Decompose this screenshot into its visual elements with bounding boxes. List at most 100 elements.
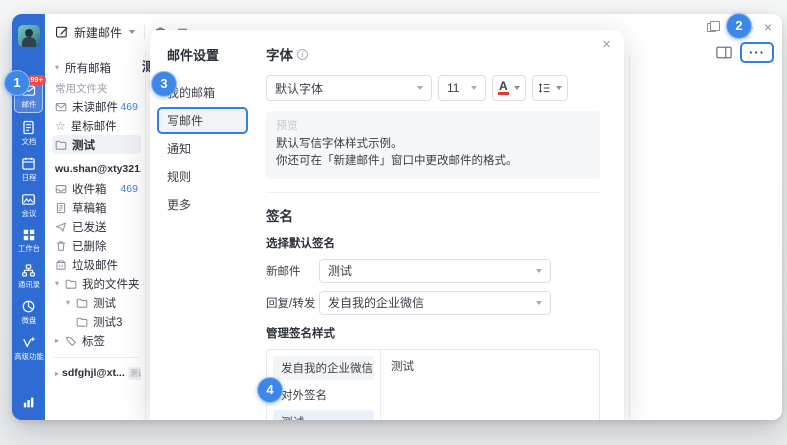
reply-signature-row: 回复/转发 发自我的企业微信 — [266, 291, 600, 315]
folder-item-test[interactable]: 测试 — [52, 135, 141, 154]
rail-item-drive[interactable]: 微盘 — [14, 296, 43, 328]
preview-line: 你还可在「新建邮件」窗口中更改邮件的格式。 — [276, 153, 590, 170]
font-size-select[interactable]: 11 — [438, 75, 486, 101]
folder-item-my-test[interactable]: ▾ 测试 — [52, 293, 141, 312]
signature-preview: 测试 | — [381, 350, 599, 421]
sent-icon — [55, 221, 67, 233]
folder-pane-divider — [54, 357, 139, 358]
folder-label: 测试 — [72, 137, 95, 153]
restore-window-icon[interactable] — [707, 23, 716, 32]
folder-item-spam[interactable]: 垃圾邮件 — [52, 255, 141, 274]
settings-nav-more[interactable]: 更多 — [167, 193, 240, 216]
calendar-icon — [21, 156, 36, 171]
rail-item-label: 邮件 — [21, 100, 36, 108]
reply-signature-select[interactable]: 发自我的企业微信 — [319, 291, 551, 315]
manage-signature-heading: 管理签名样式 — [266, 325, 600, 341]
folder-group-all-mailboxes[interactable]: ▾ 所有邮箱 — [52, 58, 141, 77]
trash-icon — [55, 240, 67, 252]
view-toolbar: ··· — [716, 42, 774, 63]
rail-item-label: 高级功能 — [14, 352, 43, 360]
folder-icon — [65, 278, 77, 290]
line-spacing-button[interactable] — [532, 75, 568, 101]
chevron-down-icon — [556, 86, 562, 90]
workbench-grid-icon — [22, 228, 36, 242]
folder-label: 未读邮件 — [72, 99, 118, 115]
chevron-down-icon — [514, 86, 520, 90]
rail-item-workbench[interactable]: 工作台 — [14, 225, 43, 256]
folder-item-unread[interactable]: 未读邮件 469 — [52, 97, 141, 116]
info-icon: i — [297, 49, 308, 60]
stats-icon[interactable] — [21, 395, 36, 410]
font-color-button[interactable]: A — [492, 75, 526, 101]
chevron-down-icon — [129, 30, 135, 34]
folder-label: 已删除 — [72, 238, 107, 254]
font-color-icon: A — [498, 81, 509, 95]
folder-item-drafts[interactable]: 草稿箱 — [52, 198, 141, 217]
folder-label: 草稿箱 — [72, 200, 107, 216]
rail-item-meeting[interactable]: 会议 — [14, 189, 43, 221]
folder-item-sent[interactable]: 已发送 — [52, 217, 141, 236]
tag-icon — [65, 335, 77, 347]
line-spacing-icon — [538, 82, 551, 94]
close-icon[interactable]: × — [602, 38, 611, 52]
folder-group-tags[interactable]: ▸ 标签 — [52, 331, 141, 350]
advanced-features-icon — [21, 335, 36, 350]
settings-nav-rules[interactable]: 规则 — [167, 165, 240, 188]
folder-pane: ▾ 所有邮箱 常用文件夹 未读邮件 469 ☆ 星标邮件 测试 wu. — [45, 50, 146, 420]
folder-item-deleted[interactable]: 已删除 — [52, 236, 141, 255]
chevron-right-icon: ▸ — [55, 336, 62, 345]
font-family-value: 默认字体 — [275, 80, 323, 97]
folder-group-my-folders[interactable]: ▾ 我的文件夹 — [52, 274, 141, 293]
signature-item-external[interactable]: 对外签名 — [273, 383, 374, 407]
settings-nav-compose[interactable]: 写邮件 — [159, 109, 246, 132]
account-primary[interactable]: wu.shan@xty321.... — [52, 159, 141, 179]
rail-item-label: 会议 — [21, 209, 36, 217]
annotation-step-2: 2 — [726, 13, 752, 39]
rail-item-calendar[interactable]: 日程 — [14, 153, 43, 185]
folder-item-my-test3[interactable]: 测试3 — [52, 312, 141, 331]
envelope-icon — [55, 101, 67, 113]
folder-item-inbox[interactable]: 收件箱 469 — [52, 179, 141, 198]
new-mail-signature-select[interactable]: 测试 — [319, 259, 551, 283]
account-secondary[interactable]: ▸ sdfghjl@xt... 测试111 — [52, 363, 141, 383]
folder-label: 所有邮箱 — [65, 60, 111, 76]
folder-label: 已发送 — [72, 219, 107, 235]
folder-icon — [76, 297, 88, 309]
chevron-down-icon — [536, 269, 542, 273]
app-window: 99+ 邮件 文档 日程 会议 工作台 通讯录 — [12, 14, 782, 420]
signature-item-wecom[interactable]: 发自我的企业微信 — [273, 356, 374, 380]
annotation-step-1: 1 — [4, 70, 30, 96]
rail-item-contacts[interactable]: 通讯录 — [14, 260, 43, 292]
close-window-icon[interactable]: × — [764, 21, 772, 33]
folder-item-starred[interactable]: ☆ 星标邮件 — [52, 116, 141, 135]
reply-signature-value: 发自我的企业微信 — [328, 294, 424, 311]
chevron-down-icon — [536, 301, 542, 305]
folder-label: 测试3 — [93, 314, 122, 330]
meeting-icon — [21, 192, 36, 207]
more-options-button[interactable]: ··· — [740, 42, 774, 63]
new-mail-signature-row: 新邮件 测试 — [266, 259, 600, 283]
rail-item-docs[interactable]: 文档 — [14, 117, 43, 149]
rail-item-advanced[interactable]: 高级功能 — [14, 332, 43, 364]
common-folders-label: 常用文件夹 — [52, 79, 141, 97]
rail-item-label: 日程 — [21, 173, 36, 181]
rail-item-label: 通讯录 — [17, 280, 39, 288]
rail-item-label: 工作台 — [17, 244, 39, 252]
signature-item-test[interactable]: 测试 — [273, 410, 374, 421]
settings-nav-notifications[interactable]: 通知 — [167, 137, 240, 160]
settings-nav-my-mailbox[interactable]: 我的邮箱 — [167, 81, 240, 104]
contacts-icon — [21, 263, 36, 278]
reading-pane-icon[interactable] — [716, 46, 732, 59]
new-mail-button[interactable]: 新建邮件 — [55, 24, 135, 41]
font-family-select[interactable]: 默认字体 — [266, 75, 432, 101]
signature-list: 发自我的企业微信 对外签名 测试 测试2 创建签名 — [267, 350, 381, 421]
inbox-icon — [55, 183, 67, 195]
folder-label: 标签 — [82, 333, 105, 349]
chevron-down-icon — [471, 86, 477, 90]
default-signature-heading: 选择默认签名 — [266, 235, 600, 251]
new-mail-label: 新建邮件 — [74, 24, 122, 41]
font-section-title: 字体 — [266, 44, 293, 64]
chevron-right-icon: ▸ — [55, 369, 59, 378]
folder-label: 测试 — [93, 295, 116, 311]
avatar[interactable] — [18, 25, 40, 47]
